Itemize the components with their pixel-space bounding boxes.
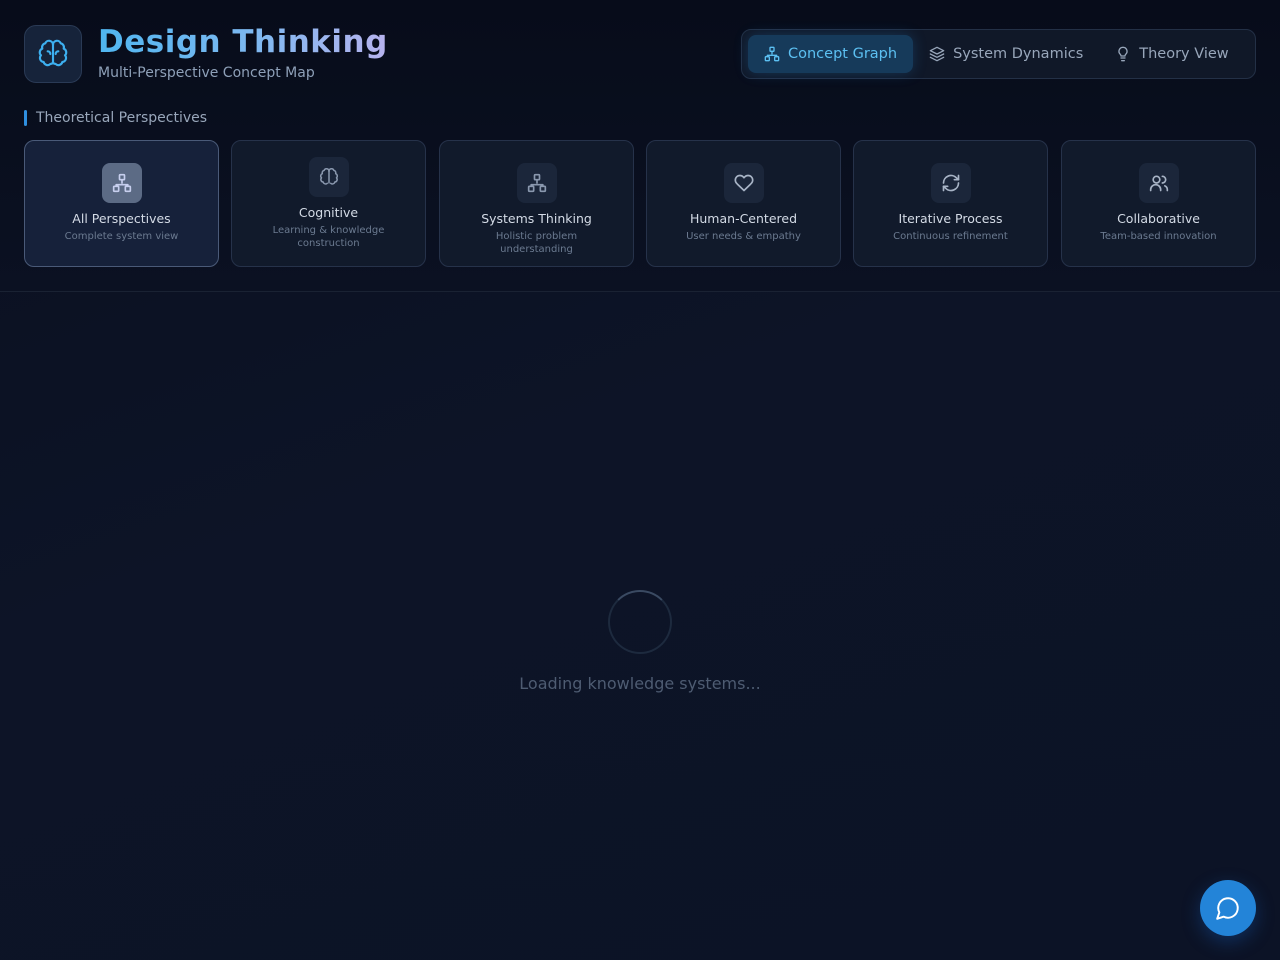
- perspective-title: Cognitive: [298, 205, 359, 220]
- heart-icon: [734, 174, 753, 192]
- network-icon: [112, 173, 131, 193]
- perspective-human-centered[interactable]: Human-Centered User needs & empathy: [646, 140, 841, 267]
- perspective-desc: User needs & empathy: [686, 231, 801, 242]
- tab-system-dynamics[interactable]: System Dynamics: [913, 35, 1099, 73]
- perspective-desc: Team-based innovation: [1100, 231, 1217, 242]
- tab-label: Concept Graph: [788, 46, 898, 62]
- view-tabs: Concept Graph System Dynamics Theory Vie…: [741, 29, 1256, 79]
- perspective-title: All Perspectives: [72, 211, 171, 226]
- perspective-collaborative[interactable]: Collaborative Team-based innovation: [1061, 140, 1256, 267]
- tab-theory-view[interactable]: Theory View: [1099, 35, 1244, 73]
- layers-icon: [929, 46, 945, 62]
- lightbulb-icon: [1118, 46, 1128, 62]
- perspective-title: Iterative Process: [898, 211, 1003, 226]
- page-subtitle: Multi-Perspective Concept Map: [98, 65, 315, 81]
- perspective-desc: Complete system view: [64, 231, 179, 242]
- perspective-desc: Continuous refinement: [893, 231, 1008, 242]
- perspective-iterative-process[interactable]: Iterative Process Continuous refinement: [853, 140, 1048, 267]
- perspective-title: Systems Thinking: [481, 211, 592, 226]
- header: Design Thinking Multi-Perspective Concep…: [0, 0, 1280, 292]
- section-label: Theoretical Perspectives: [24, 110, 207, 126]
- refresh-icon: [942, 174, 959, 192]
- section-label-text: Theoretical Perspectives: [36, 110, 208, 126]
- perspective-cognitive[interactable]: Cognitive Learning & knowledge construct…: [231, 140, 426, 267]
- users-icon: [1149, 175, 1168, 192]
- section-accent-bar: [24, 110, 27, 126]
- perspective-desc: Holistic problem understanding: [495, 231, 578, 255]
- chat-button[interactable]: [1200, 880, 1256, 936]
- perspective-desc: Learning & knowledge construction: [272, 225, 385, 249]
- brain-icon: [319, 168, 338, 185]
- brain-icon: [24, 25, 82, 83]
- tab-concept-graph[interactable]: Concept Graph: [748, 35, 914, 73]
- chat-bubble-icon: [1216, 897, 1239, 920]
- perspective-cards: All Perspectives Complete system view Co…: [24, 140, 1256, 267]
- tab-label: System Dynamics: [953, 46, 1084, 62]
- network-icon: [527, 173, 546, 193]
- loading-text: Loading knowledge systems...: [519, 674, 761, 693]
- brand: Design Thinking Multi-Perspective Concep…: [24, 25, 388, 83]
- perspective-title: Human-Centered: [689, 211, 797, 226]
- perspective-all[interactable]: All Perspectives Complete system view: [24, 140, 219, 267]
- app-root: Design Thinking Multi-Perspective Concep…: [0, 0, 1280, 960]
- perspective-systems-thinking[interactable]: Systems Thinking Holistic problem unders…: [439, 140, 634, 267]
- network-icon: [764, 46, 780, 62]
- page-title: Design Thinking: [98, 24, 388, 60]
- loading-indicator: Loading knowledge systems...: [0, 590, 1280, 693]
- tab-label: Theory View: [1139, 46, 1229, 62]
- perspective-title: Collaborative: [1117, 211, 1200, 226]
- spinner-icon: [608, 590, 672, 654]
